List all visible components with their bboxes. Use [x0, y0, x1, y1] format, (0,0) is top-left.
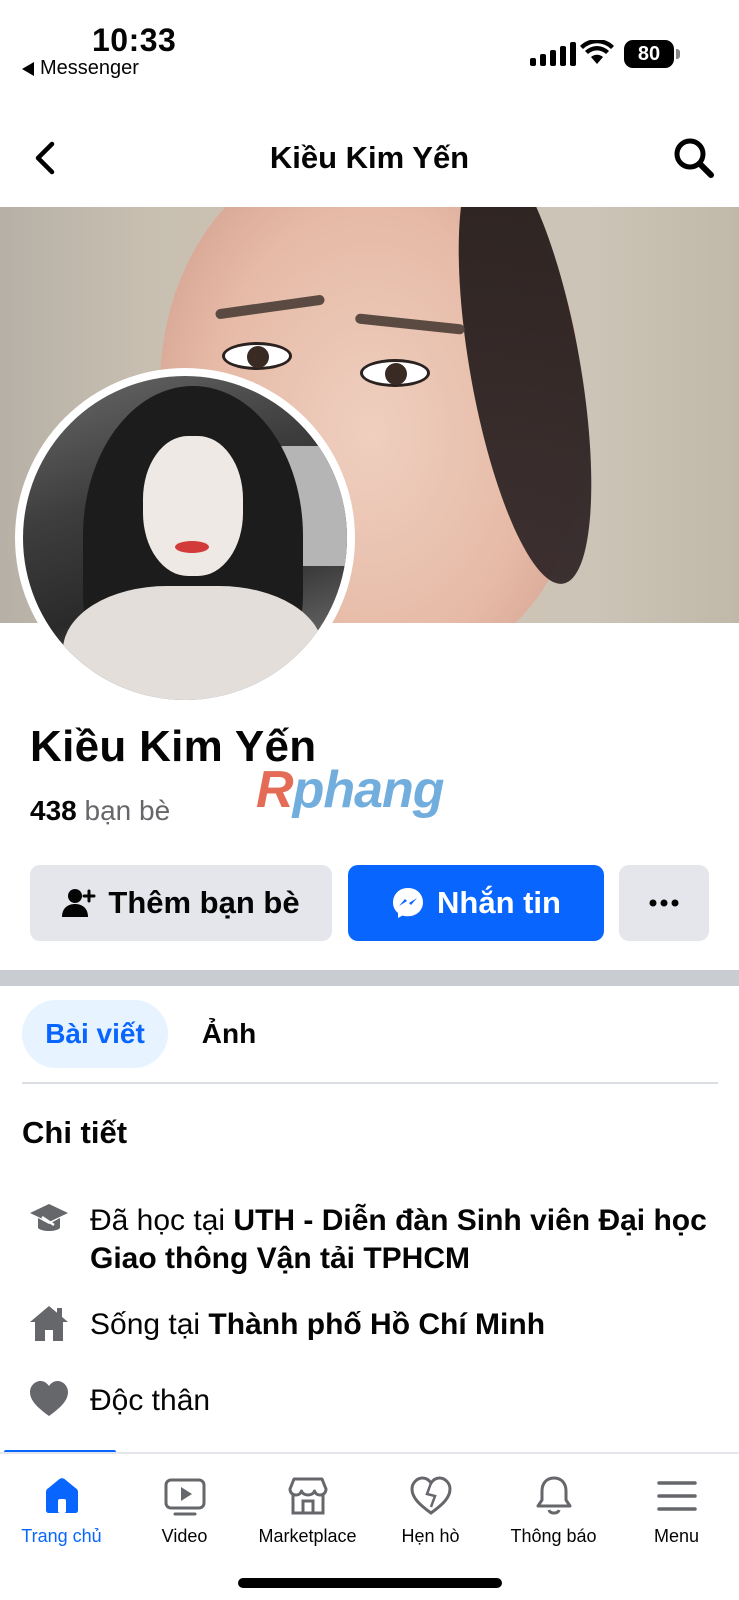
status-time: 10:33: [92, 22, 177, 58]
lives-prefix: Sống tại: [90, 1308, 209, 1341]
friends-count: 438: [30, 795, 77, 826]
nav-dating-label: Hẹn hò: [401, 1526, 460, 1546]
detail-education: Đã học tại UTH - Diễn đàn Sinh viên Đại …: [90, 1202, 710, 1278]
nav-marketplace-label: Marketplace: [258, 1526, 357, 1546]
watermark-logo: Rphang: [256, 761, 445, 819]
more-dots-icon: [649, 899, 679, 907]
back-app-label: Messenger: [40, 57, 139, 79]
avatar-photo: [23, 376, 347, 700]
wifi-icon: [580, 40, 614, 64]
nav-video[interactable]: Video: [123, 1474, 246, 1547]
cellular-signal-icon: [530, 42, 576, 66]
friends-count-line[interactable]: 438 bạn bè: [30, 795, 170, 827]
detail-relationship: Độc thân: [90, 1384, 211, 1417]
add-friend-button[interactable]: Thêm bạn bè: [30, 865, 332, 941]
search-icon[interactable]: [672, 136, 716, 180]
battery-level: 80: [637, 42, 661, 65]
tab-photos[interactable]: Ảnh: [184, 1000, 274, 1068]
status-bar: 10:33 Messenger 80: [0, 0, 739, 100]
details-title: Chi tiết: [22, 1115, 128, 1150]
more-options-button[interactable]: [619, 865, 709, 941]
tab-posts[interactable]: Bài viết: [22, 1000, 168, 1068]
nav-home[interactable]: Trang chủ: [0, 1474, 123, 1547]
add-friend-icon: [62, 889, 96, 917]
battery-tip: [676, 49, 680, 59]
messenger-icon: [393, 888, 423, 918]
nav-home-label: Trang chủ: [21, 1526, 102, 1546]
menu-icon: [656, 1481, 697, 1511]
profile-avatar[interactable]: [15, 368, 355, 708]
battery-icon: 80: [624, 40, 674, 68]
detail-lives-in: Sống tại Thành phố Hồ Chí Minh: [90, 1306, 710, 1344]
lives-city[interactable]: Thành phố Hồ Chí Minh: [208, 1308, 545, 1341]
profile-header: Kiều Kim Yến: [0, 120, 739, 200]
page-title: Kiều Kim Yến: [269, 140, 470, 175]
message-button[interactable]: Nhắn tin: [348, 865, 604, 941]
nav-marketplace[interactable]: Marketplace: [246, 1474, 369, 1547]
video-icon: [164, 1478, 205, 1516]
nav-notifications[interactable]: Thông báo: [492, 1474, 615, 1547]
bell-icon: [536, 1476, 571, 1515]
back-triangle-icon: [22, 61, 34, 76]
home-indicator-bar: [238, 1578, 502, 1588]
nav-video-label: Video: [161, 1526, 208, 1546]
home-icon: [45, 1478, 78, 1513]
nav-notifications-label: Thông báo: [510, 1526, 597, 1546]
dating-heart-icon: [409, 1476, 452, 1515]
message-label: Nhắn tin: [437, 885, 561, 920]
nav-dating[interactable]: Hẹn hò: [369, 1474, 492, 1547]
home-detail-icon: [30, 1306, 68, 1341]
heart-icon: [30, 1381, 68, 1416]
section-divider: [0, 970, 739, 986]
graduation-cap-icon: [30, 1204, 68, 1231]
add-friend-label: Thêm bạn bè: [108, 885, 300, 920]
marketplace-icon: [288, 1477, 327, 1515]
tabs-divider: [22, 1082, 718, 1084]
nav-menu[interactable]: Menu: [615, 1474, 738, 1547]
friends-label: bạn bè: [84, 795, 171, 826]
nav-menu-label: Menu: [653, 1526, 700, 1546]
education-prefix: Đã học tại: [90, 1204, 234, 1237]
back-to-app-link[interactable]: Messenger: [22, 57, 139, 80]
